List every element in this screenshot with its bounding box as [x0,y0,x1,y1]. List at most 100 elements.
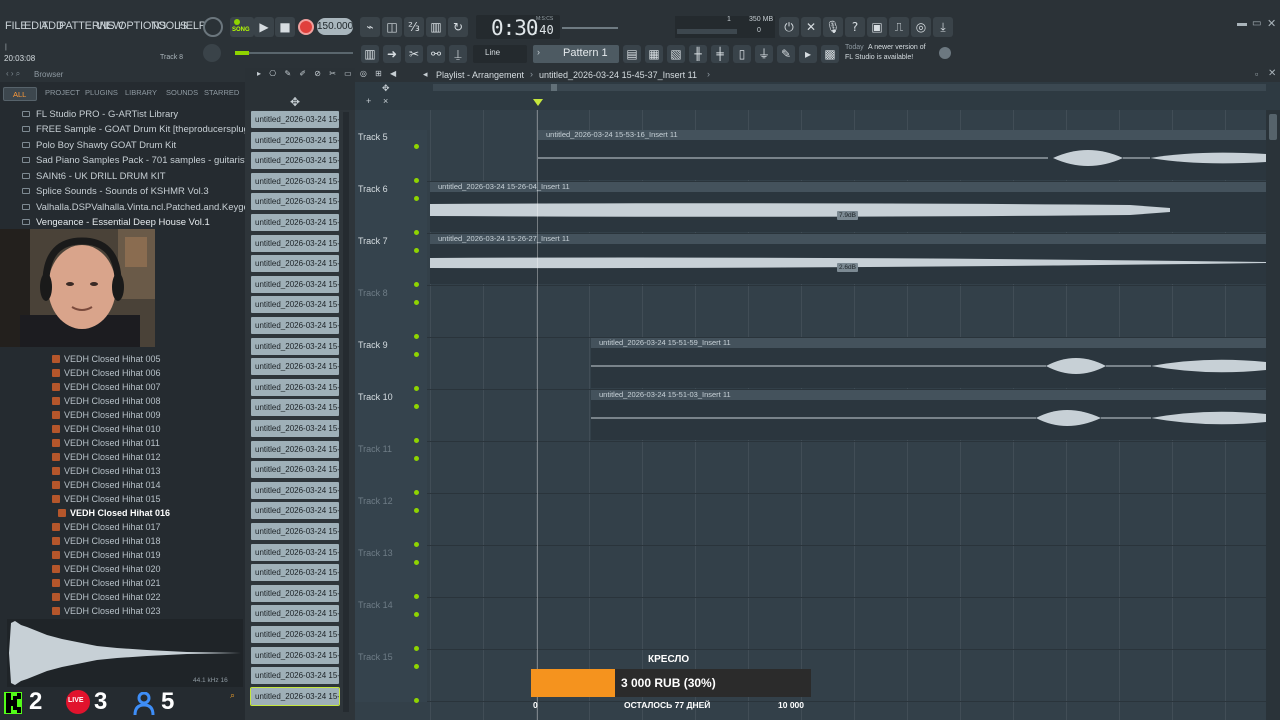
channel-button[interactable]: untitled_2026-03-24 15-... [251,152,339,170]
track-header[interactable]: Track 13 [355,546,427,598]
master-volume-knob[interactable] [203,44,221,62]
tab-plugins[interactable]: PLUGINS [85,88,118,97]
track-header[interactable]: Track 10 [355,390,427,442]
sample-item[interactable]: VEDH Closed Hihat 019 [52,550,161,560]
channel-button[interactable]: untitled_2026-03-24 15-... [251,193,339,211]
sample-item[interactable]: VEDH Closed Hihat 020 [52,564,161,574]
track-led[interactable] [414,178,419,183]
channel-button[interactable]: untitled_2026-03-24 15-... [251,358,339,376]
track-led[interactable] [414,612,419,617]
sample-item[interactable]: VEDH Closed Hihat 012 [52,452,161,462]
track-led[interactable] [414,508,419,513]
track-header[interactable]: Track 14 [355,598,427,650]
track-header[interactable]: Track 9 [355,338,427,390]
track-led[interactable] [414,456,419,461]
tab-starred[interactable]: STARRED [204,88,239,97]
channel-button[interactable]: untitled_2026-03-24 15-... [251,275,339,293]
channel-button[interactable]: untitled_2026-03-24 15-... [251,399,339,417]
touch-keyboard-button[interactable]: ✎ [777,45,795,63]
track-header[interactable]: Track 11 [355,442,427,494]
save-button[interactable]: ▣ [867,17,887,37]
track-led[interactable] [414,698,419,703]
track-led[interactable] [414,490,419,495]
minimize-icon[interactable]: ▬ [1237,18,1247,29]
channel-button[interactable]: untitled_2026-03-24 15-... [251,584,339,602]
track-row[interactable]: Track 8 [355,286,1266,338]
menu-help[interactable]: HELP [178,20,206,32]
snap-selector[interactable]: Line [473,45,527,63]
video-player-button[interactable]: ▸ [799,45,817,63]
close-icon[interactable]: ✕ [1268,68,1276,79]
track-header[interactable]: Track 8 [355,286,427,338]
help-button[interactable]: ? [845,17,865,37]
piano-roll-button[interactable]: ▥ [361,45,379,63]
channel-button[interactable]: untitled_2026-03-24 15-... [251,337,339,355]
audio-clip[interactable]: untitled_2026-03-24 15-51-59_Insert 11 [591,338,1266,388]
audio-clip[interactable]: untitled_2026-03-24 15-26-27_Insert 11 2… [430,234,1266,284]
channel-button[interactable]: untitled_2026-03-24 15-... [251,111,339,128]
remove-icon[interactable]: × [383,96,388,106]
tab-sounds[interactable]: SOUNDS [166,88,198,97]
track-header[interactable]: Track 15 [355,650,427,702]
tempo-display[interactable]: 150.000 [317,18,353,35]
channel-button[interactable]: untitled_2026-03-24 15-... [251,667,339,685]
channel-button[interactable]: untitled_2026-03-24 15-... [251,461,339,479]
horizontal-scrollbar[interactable] [433,84,1266,91]
sample-item[interactable]: VEDH Closed Hihat 018 [52,536,161,546]
sample-item[interactable]: VEDH Closed Hihat 011 [52,438,160,448]
track-led[interactable] [414,664,419,669]
chevron-left-icon[interactable]: ◂ [423,69,428,80]
sample-item[interactable]: VEDH Closed Hihat 016 [58,508,170,518]
channel-button[interactable]: untitled_2026-03-24 15-... [251,440,339,458]
track-led[interactable] [414,300,419,305]
vertical-scrollbar[interactable] [1266,110,1280,720]
sample-item[interactable]: VEDH Closed Hihat 022 [52,592,161,602]
track-row[interactable]: Track 13 [355,546,1266,598]
audio-clip[interactable]: untitled_2026-03-24 15-26-04_Insert 11 7… [430,182,1266,232]
link-button[interactable]: ⚯ [427,45,445,63]
maximize-icon[interactable]: ▭ [1252,18,1261,29]
globe-icon[interactable] [939,47,951,59]
channel-button[interactable]: untitled_2026-03-24 15-... [251,131,339,149]
tab-project[interactable]: PROJECT [45,88,80,97]
sample-item[interactable]: VEDH Closed Hihat 006 [52,368,161,378]
channel-button[interactable]: untitled_2026-03-24 15-... [251,296,339,314]
track-row[interactable]: Track 7 untitled_2026-03-24 15-26-27_Ins… [355,234,1266,286]
track-row[interactable]: Track 14 [355,598,1266,650]
record-button[interactable] [298,19,314,35]
sample-item[interactable]: VEDH Closed Hihat 010 [52,424,161,434]
channel-button[interactable]: untitled_2026-03-24 15-... [251,255,339,273]
channel-button[interactable]: untitled_2026-03-24 15-... [251,605,339,623]
track-row[interactable]: Track 11 [355,442,1266,494]
track-header[interactable]: Track 7 [355,234,427,286]
channel-button[interactable]: untitled_2026-03-24 15-... [251,502,339,520]
channel-button[interactable]: untitled_2026-03-24 15-... [251,420,339,437]
library-item[interactable]: Sad Piano Samples Pack - 701 samples - g… [22,155,264,166]
channel-rack-button[interactable]: ▦ [645,45,663,63]
channel-scrollbar[interactable] [343,112,349,712]
microphone-button[interactable]: 🎙 [823,17,843,37]
sample-preview[interactable]: 44.1 kHz 16 [7,619,243,687]
track-row[interactable]: Track 6 untitled_2026-03-24 15-26-04_Ins… [355,182,1266,234]
audio-clip[interactable]: untitled_2026-03-24 15-51-03_Insert 11 [591,390,1266,440]
playhead-marker[interactable] [533,99,543,107]
track-header[interactable]: Track 5 [355,130,427,182]
master-volume-slider[interactable] [235,51,353,55]
news-panel[interactable]: Today A newer version of FL Studio is av… [845,43,940,65]
pattern-selector[interactable]: › Pattern 1 [533,45,619,63]
sample-item[interactable]: VEDH Closed Hihat 007 [52,382,161,392]
cut-tool-button[interactable]: ✂ [405,45,423,63]
channel-button[interactable]: untitled_2026-03-24 15-... [251,378,339,396]
library-item[interactable]: FREE Sample - GOAT Drum Kit [theproducer… [22,124,272,135]
plugin-button[interactable]: ⎍ [889,17,909,37]
project-info-button[interactable]: ▩ [821,45,839,63]
channel-settings-button[interactable]: ╪ [711,45,729,63]
track-led[interactable] [414,560,419,565]
channel-button[interactable]: untitled_2026-03-24 15-... [251,543,339,561]
track-row[interactable]: Track 9 untitled_2026-03-24 15-51-59_Ins… [355,338,1266,390]
maximize-icon[interactable]: ▫ [1255,69,1258,79]
track-led[interactable] [414,438,419,443]
sample-item[interactable]: VEDH Closed Hihat 005 [52,354,161,364]
channel-button[interactable]: untitled_2026-03-24 15-... [251,214,339,231]
tab-all[interactable]: ALL [3,87,37,101]
